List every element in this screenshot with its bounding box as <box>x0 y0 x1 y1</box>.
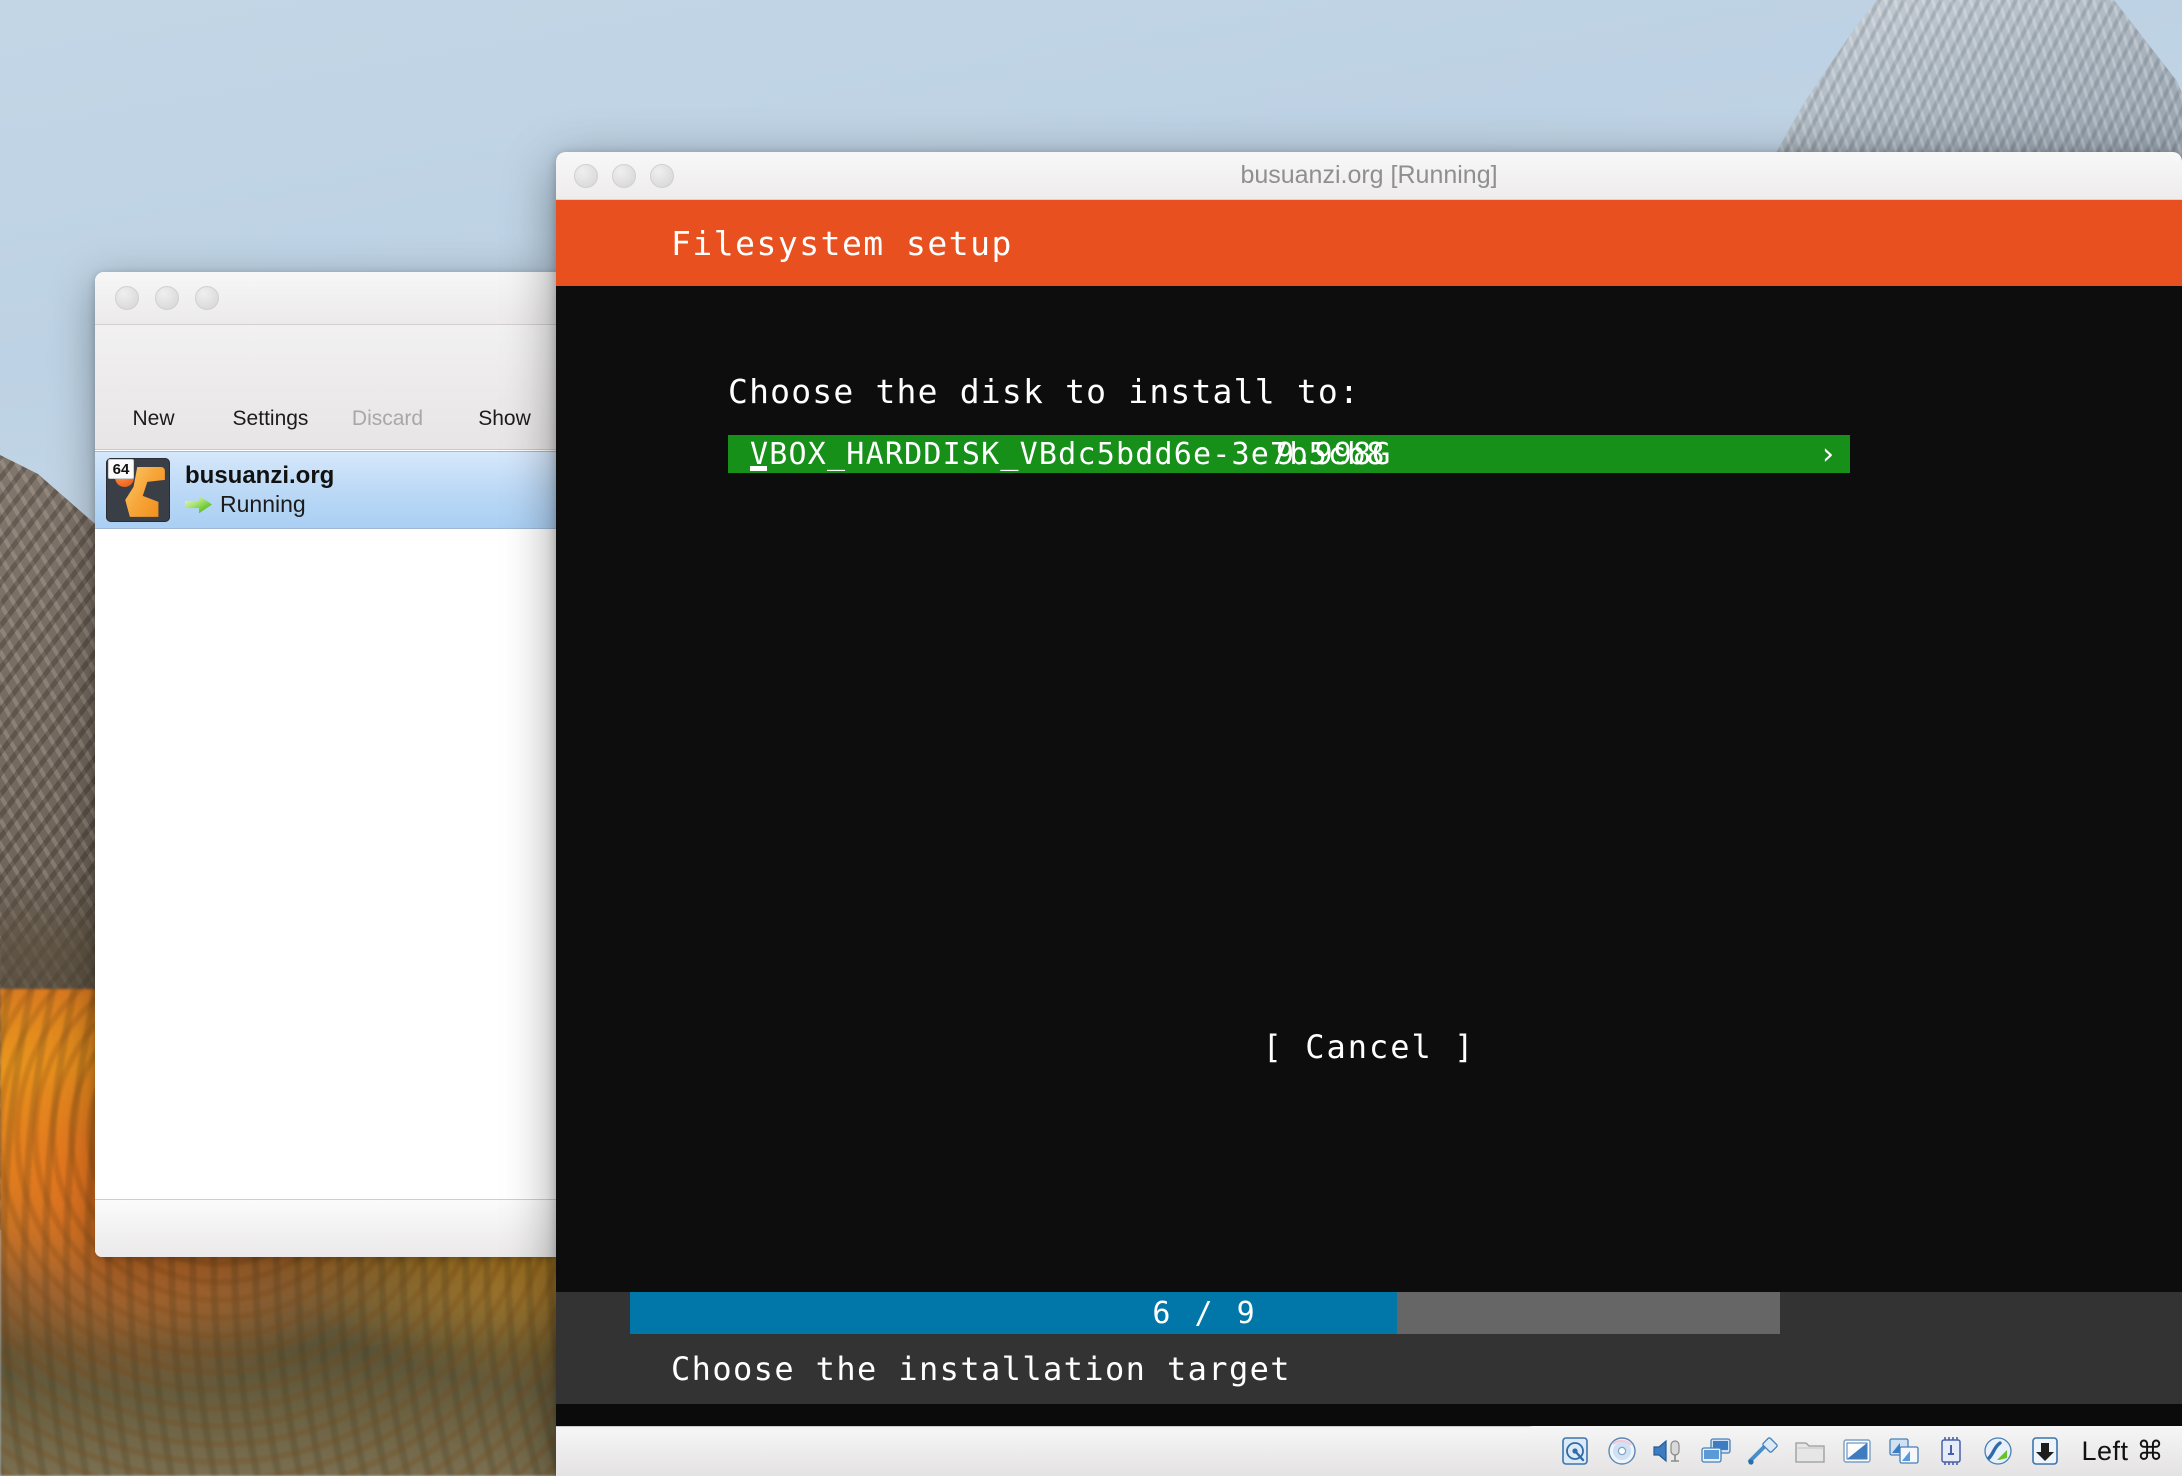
network-icon[interactable] <box>1699 1436 1733 1466</box>
show-button[interactable]: Show <box>446 335 563 431</box>
audio-icon[interactable] <box>1652 1436 1686 1466</box>
virtualbox-manager-window[interactable]: New Settings Discard Show 64 busuanzi.or… <box>95 272 563 1257</box>
discard-button-label: Discard <box>351 407 424 430</box>
starburst-icon <box>121 335 187 401</box>
vm-os-icon: 64 <box>106 458 170 522</box>
display-icon[interactable] <box>1840 1436 1874 1466</box>
vm-titlebar: busuanzi.org [Running] <box>556 152 2182 200</box>
vm-window-title: busuanzi.org [Running] <box>1240 161 1498 189</box>
vm-display-window[interactable]: busuanzi.org [Running] Filesystem setup … <box>556 152 2182 1476</box>
arrow-right-icon <box>472 335 538 401</box>
usb-icon[interactable] <box>1746 1436 1780 1466</box>
maximize-button[interactable] <box>195 286 219 310</box>
vm-guest-screen[interactable]: Filesystem setup Choose the disk to inst… <box>556 200 2182 1426</box>
gear-icon <box>238 335 304 401</box>
disk-size-label: 9.998G <box>1276 436 1392 472</box>
vm-statusbar: Left ⌘ <box>556 1426 2182 1476</box>
progress-label: 6 / 9 <box>1152 1295 1258 1331</box>
optical-disc-icon[interactable] <box>1605 1436 1639 1466</box>
statusbar-icons: Left ⌘ <box>1536 1426 2182 1476</box>
vm-maximize-button[interactable] <box>650 163 674 188</box>
host-key-arrow-icon[interactable] <box>2028 1436 2062 1466</box>
virtualbox-logo-icon[interactable] <box>1981 1436 2015 1466</box>
arrow-down-icon <box>355 335 421 401</box>
minimize-button[interactable] <box>155 286 179 310</box>
chevron-right-icon: › <box>1818 436 1838 472</box>
vm-state-label: Running <box>220 491 306 517</box>
running-arrow-icon <box>185 495 212 514</box>
screen-capture-icon[interactable] <box>1887 1436 1921 1466</box>
arch-badge: 64 <box>108 459 134 479</box>
installer-footer: Choose the installation target <box>556 1334 2182 1404</box>
vm-close-button[interactable] <box>574 163 598 188</box>
new-button[interactable]: New <box>95 335 212 431</box>
host-key-label: Left ⌘ <box>2081 1435 2164 1466</box>
list-item[interactable]: 64 busuanzi.org Running <box>95 451 563 529</box>
installer-header: Filesystem setup <box>556 200 2182 286</box>
new-button-label: New <box>132 407 175 430</box>
disk-option-row[interactable]: VBOX_HARDDISK_VBdc5bdd6e-3e7b5cb8 9.998G… <box>728 435 1850 473</box>
shared-folder-icon[interactable] <box>1793 1436 1827 1466</box>
manager-titlebar <box>95 272 563 325</box>
screen-bottom-strip <box>556 1404 2182 1426</box>
discard-button: Discard <box>329 335 446 431</box>
manager-footer <box>95 1199 563 1257</box>
hard-disk-icon[interactable] <box>1558 1436 1592 1466</box>
show-button-label: Show <box>478 407 531 430</box>
vm-name: busuanzi.org <box>185 462 335 489</box>
progress-band: 6 / 9 <box>556 1292 2182 1334</box>
installer-header-title: Filesystem setup <box>671 223 1013 263</box>
disk-prompt-text: Choose the disk to install to: <box>728 372 1361 411</box>
text-cursor <box>750 466 767 471</box>
progress-track: 6 / 9 <box>630 1292 1780 1334</box>
close-button[interactable] <box>115 286 139 310</box>
vm-list: 64 busuanzi.org Running <box>95 451 563 1200</box>
vm-minimize-button[interactable] <box>612 163 636 188</box>
settings-button[interactable]: Settings <box>212 335 329 431</box>
vm-state: Running <box>185 491 334 518</box>
settings-button-label: Settings <box>232 407 309 430</box>
installer-footer-text: Choose the installation target <box>671 1350 1291 1388</box>
cpu-icon[interactable] <box>1934 1436 1968 1466</box>
cancel-button[interactable]: [ Cancel ] <box>1263 1028 1476 1066</box>
manager-toolbar: New Settings Discard Show <box>95 325 563 450</box>
